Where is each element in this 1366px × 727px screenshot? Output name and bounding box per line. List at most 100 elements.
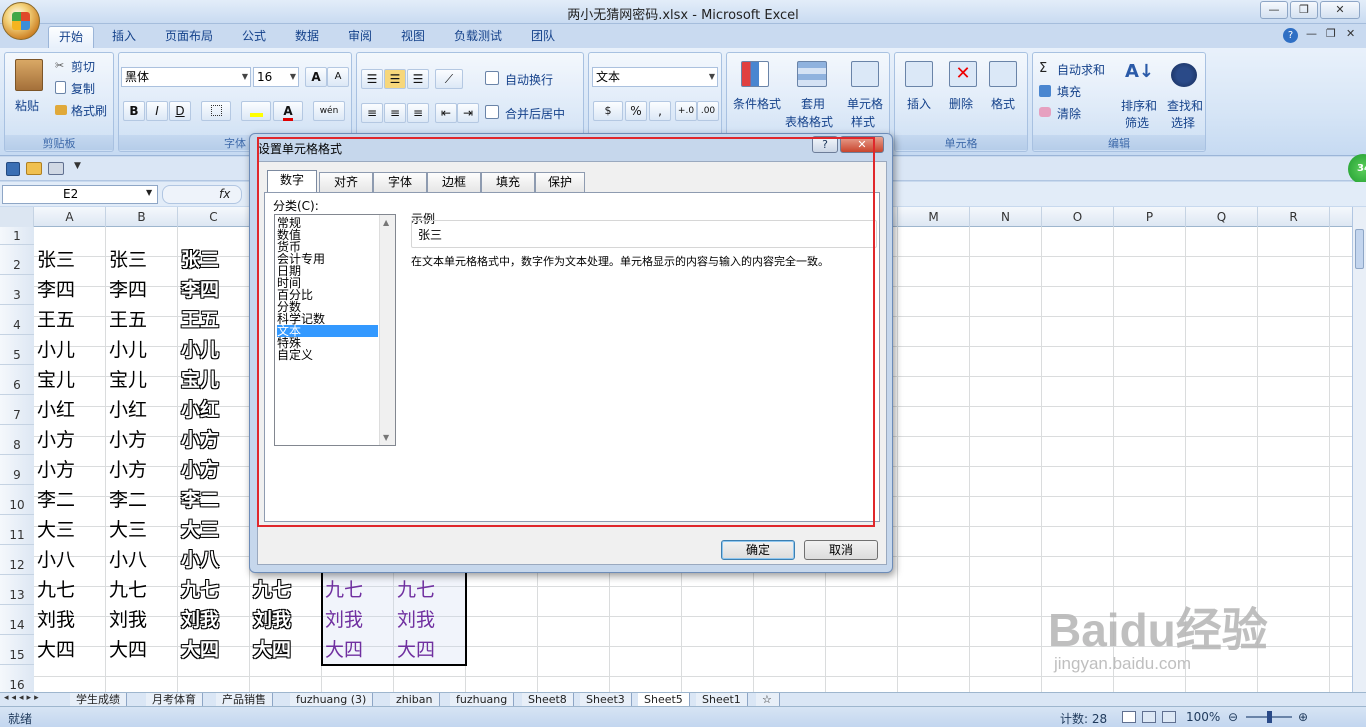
- sheet-tab[interactable]: Sheet1: [696, 693, 748, 707]
- row-header[interactable]: 14: [0, 605, 34, 635]
- row-header[interactable]: 1: [0, 227, 34, 245]
- cell-F13[interactable]: 九七: [394, 575, 435, 605]
- increase-decimal-button[interactable]: +.0: [675, 101, 697, 121]
- bold-button[interactable]: B: [123, 101, 145, 121]
- cell-A13[interactable]: 九七: [34, 575, 75, 605]
- notification-badge[interactable]: 34: [1348, 154, 1366, 184]
- close-window-button[interactable]: ✕: [1320, 1, 1360, 19]
- sheet-tab[interactable]: Sheet8: [522, 693, 574, 707]
- cell-B10[interactable]: 李二: [106, 485, 147, 515]
- ribbon-close-icon[interactable]: ✕: [1346, 27, 1355, 40]
- cell-C6[interactable]: 宝儿: [178, 365, 219, 395]
- delete-cells-button[interactable]: 删除: [949, 95, 973, 112]
- tab-review[interactable]: 审阅: [338, 26, 382, 48]
- insert-cells-button[interactable]: 插入: [907, 95, 931, 112]
- col-header[interactable]: B: [106, 207, 178, 227]
- ok-button[interactable]: 确定: [721, 540, 795, 560]
- fill-color-button[interactable]: [241, 101, 271, 121]
- cell-E13[interactable]: 九七: [322, 575, 363, 605]
- sheet-tab[interactable]: Sheet3: [580, 693, 632, 707]
- tab-team[interactable]: 团队: [521, 26, 565, 48]
- wrap-text-button[interactable]: 自动换行: [505, 71, 553, 88]
- dialog-help-button[interactable]: ?: [812, 136, 838, 153]
- cell-C15[interactable]: 大四: [178, 635, 219, 665]
- sheet-tab[interactable]: 产品销售: [216, 693, 273, 707]
- restore-button[interactable]: ❐: [1290, 1, 1318, 19]
- align-bottom-icon[interactable]: ☰: [407, 69, 429, 89]
- row-header[interactable]: 10: [0, 485, 34, 515]
- row-header[interactable]: 12: [0, 545, 34, 575]
- sheet-tab[interactable]: 学生成绩: [70, 693, 127, 707]
- cell-B9[interactable]: 小方: [106, 455, 147, 485]
- align-top-icon[interactable]: ☰: [361, 69, 383, 89]
- col-header[interactable]: A: [34, 207, 106, 227]
- sort-filter-button-l2[interactable]: 筛选: [1125, 114, 1149, 131]
- cell-F15[interactable]: 大四: [394, 635, 435, 665]
- row-header[interactable]: 15: [0, 635, 34, 665]
- normal-view-icon[interactable]: [1122, 711, 1136, 723]
- cell-D13[interactable]: 九七: [250, 575, 291, 605]
- cell-A2[interactable]: 张三: [34, 245, 75, 275]
- format-table-button-l2[interactable]: 表格格式: [785, 113, 833, 130]
- row-header[interactable]: 8: [0, 425, 34, 455]
- row-header[interactable]: 13: [0, 575, 34, 605]
- cell-C2[interactable]: 张三: [178, 245, 219, 275]
- cell-B15[interactable]: 大四: [106, 635, 147, 665]
- page-break-view-icon[interactable]: [1162, 711, 1176, 723]
- cell-A5[interactable]: 小儿: [34, 335, 75, 365]
- col-header[interactable]: N: [970, 207, 1042, 227]
- align-middle-icon[interactable]: ☰: [384, 69, 406, 89]
- office-button[interactable]: [2, 2, 40, 40]
- cell-E15[interactable]: 大四: [322, 635, 363, 665]
- cell-B8[interactable]: 小方: [106, 425, 147, 455]
- find-select-button-l2[interactable]: 选择: [1171, 114, 1195, 131]
- tab-insert[interactable]: 插入: [102, 26, 146, 48]
- row-header[interactable]: 2: [0, 245, 34, 275]
- cell-C13[interactable]: 九七: [178, 575, 219, 605]
- shrink-font-button[interactable]: A: [327, 67, 349, 87]
- row-header[interactable]: 7: [0, 395, 34, 425]
- zoom-slider-thumb[interactable]: [1267, 711, 1272, 723]
- cell-C14[interactable]: 刘我: [178, 605, 219, 635]
- row-header[interactable]: 3: [0, 275, 34, 305]
- category-item[interactable]: 自定义: [277, 349, 378, 361]
- zoom-in-icon[interactable]: ⊕: [1298, 710, 1308, 724]
- ribbon-restore-icon[interactable]: ❐: [1326, 27, 1336, 40]
- row-header[interactable]: 6: [0, 365, 34, 395]
- namebox-dropdown-icon[interactable]: ▼: [146, 188, 152, 197]
- col-header[interactable]: Q: [1186, 207, 1258, 227]
- open-icon[interactable]: [26, 162, 42, 175]
- decrease-decimal-button[interactable]: .00: [697, 101, 719, 121]
- col-header[interactable]: P: [1114, 207, 1186, 227]
- scroll-up-icon[interactable]: ▲: [383, 218, 389, 227]
- cell-C12[interactable]: 小八: [178, 545, 219, 575]
- font-size-combo[interactable]: 16 ▼: [253, 67, 299, 87]
- cell-D15[interactable]: 大四: [250, 635, 291, 665]
- dtab-protection[interactable]: 保护: [535, 172, 585, 192]
- font-color-button[interactable]: A: [273, 101, 303, 121]
- cell-B14[interactable]: 刘我: [106, 605, 147, 635]
- decrease-indent-icon[interactable]: ⇤: [435, 103, 457, 123]
- cell-A11[interactable]: 大三: [34, 515, 75, 545]
- fill-button[interactable]: 填充: [1057, 83, 1081, 100]
- row-header[interactable]: 5: [0, 335, 34, 365]
- scroll-down-icon[interactable]: ▼: [383, 433, 389, 442]
- dtab-fill[interactable]: 填充: [481, 172, 535, 192]
- function-icon[interactable]: fx: [219, 187, 230, 201]
- sheet-tab[interactable]: 月考体育: [146, 693, 203, 707]
- tab-data[interactable]: 数据: [285, 26, 329, 48]
- find-select-button-l1[interactable]: 查找和: [1167, 97, 1203, 114]
- clear-button[interactable]: 清除: [1057, 105, 1081, 122]
- row-header[interactable]: 9: [0, 455, 34, 485]
- col-header[interactable]: R: [1258, 207, 1330, 227]
- autosum-button[interactable]: 自动求和: [1057, 61, 1105, 78]
- sheet-tab[interactable]: fuzhuang (3): [290, 693, 374, 707]
- cell-C8[interactable]: 小方: [178, 425, 219, 455]
- cell-D14[interactable]: 刘我: [250, 605, 291, 635]
- cell-C4[interactable]: 王五: [178, 305, 219, 335]
- col-header[interactable]: C: [178, 207, 250, 227]
- save-icon[interactable]: [6, 162, 20, 176]
- dtab-number[interactable]: 数字: [267, 170, 317, 193]
- cell-B6[interactable]: 宝儿: [106, 365, 147, 395]
- increase-indent-icon[interactable]: ⇥: [457, 103, 479, 123]
